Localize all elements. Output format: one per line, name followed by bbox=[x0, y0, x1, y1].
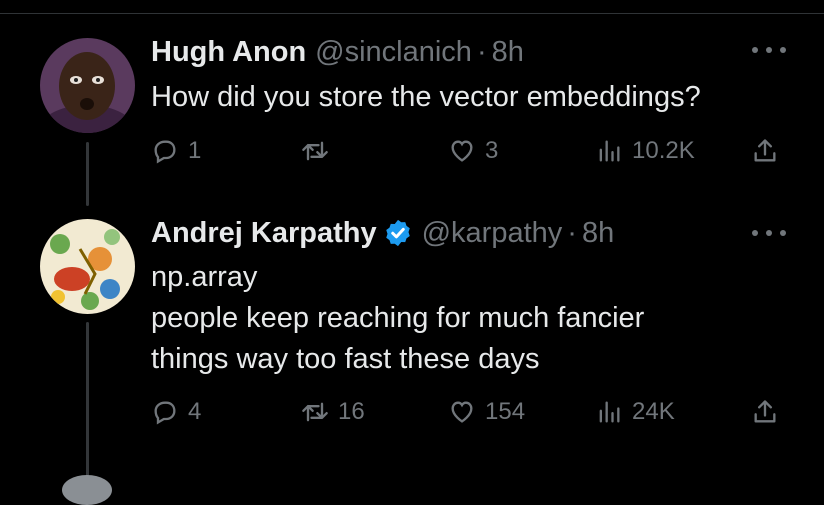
views-button[interactable]: 10.2K bbox=[595, 131, 695, 171]
avatar[interactable] bbox=[62, 475, 112, 505]
repost-count: 16 bbox=[338, 398, 365, 425]
views-icon bbox=[599, 140, 620, 162]
like-button[interactable]: 154 bbox=[448, 392, 525, 432]
reply-count: 4 bbox=[188, 398, 202, 425]
more-icon[interactable] bbox=[752, 44, 786, 56]
timestamp[interactable]: 8h bbox=[492, 36, 524, 69]
reply-icon bbox=[154, 140, 176, 164]
author-handle[interactable]: @karpathy bbox=[422, 217, 563, 250]
share-button[interactable] bbox=[751, 392, 779, 432]
reply-count: 1 bbox=[188, 137, 202, 164]
action-bar: 1 3 10.2K bbox=[151, 131, 791, 171]
action-bar: 4 16 154 24K bbox=[151, 392, 791, 432]
repost-button[interactable]: 16 bbox=[301, 392, 365, 432]
divider bbox=[0, 13, 824, 14]
tweet-line: people keep reaching for much fancier bbox=[151, 302, 645, 334]
separator: · bbox=[567, 216, 577, 249]
tweet-line: How did you store the vector embeddings? bbox=[151, 81, 701, 113]
repost-icon bbox=[302, 402, 328, 422]
reply-button[interactable]: 4 bbox=[151, 392, 201, 432]
like-button[interactable]: 3 bbox=[448, 131, 498, 171]
like-count: 154 bbox=[485, 398, 526, 425]
tweet-line: np.array bbox=[151, 261, 258, 293]
like-icon bbox=[451, 140, 473, 162]
share-icon bbox=[754, 139, 776, 162]
author-name[interactable]: Hugh Anon bbox=[151, 36, 306, 69]
timestamp[interactable]: 8h bbox=[582, 217, 614, 250]
views-count: 10.2K bbox=[632, 137, 695, 164]
reply-button[interactable]: 1 bbox=[151, 131, 201, 171]
views-icon bbox=[599, 401, 620, 423]
reply-header: Andrej Karpathy @karpathy · 8h bbox=[151, 215, 614, 251]
reply-icon bbox=[154, 401, 176, 425]
avatar[interactable] bbox=[40, 219, 135, 314]
reply-header: Hugh Anon @sinclanich · 8h bbox=[151, 34, 524, 70]
thread-line bbox=[86, 142, 89, 206]
share-icon bbox=[754, 400, 776, 423]
avatar[interactable] bbox=[40, 38, 135, 133]
author-handle[interactable]: @sinclanich bbox=[315, 36, 472, 69]
views-button[interactable]: 24K bbox=[595, 392, 675, 432]
verified-badge-icon[interactable] bbox=[383, 218, 413, 248]
repost-button[interactable] bbox=[301, 131, 338, 171]
like-icon bbox=[451, 401, 473, 423]
repost-icon bbox=[302, 141, 328, 161]
views-count: 24K bbox=[632, 398, 675, 425]
tweet-line: things way too fast these days bbox=[151, 343, 540, 375]
share-button[interactable] bbox=[751, 131, 779, 171]
tweet-text: How did you store the vector embeddings? bbox=[151, 77, 701, 118]
like-count: 3 bbox=[485, 137, 499, 164]
separator: · bbox=[476, 35, 487, 68]
tweet-text: np.array people keep reaching for much f… bbox=[151, 257, 644, 380]
more-icon[interactable] bbox=[752, 227, 786, 239]
thread-line bbox=[86, 322, 89, 485]
author-name[interactable]: Andrej Karpathy bbox=[151, 217, 377, 250]
